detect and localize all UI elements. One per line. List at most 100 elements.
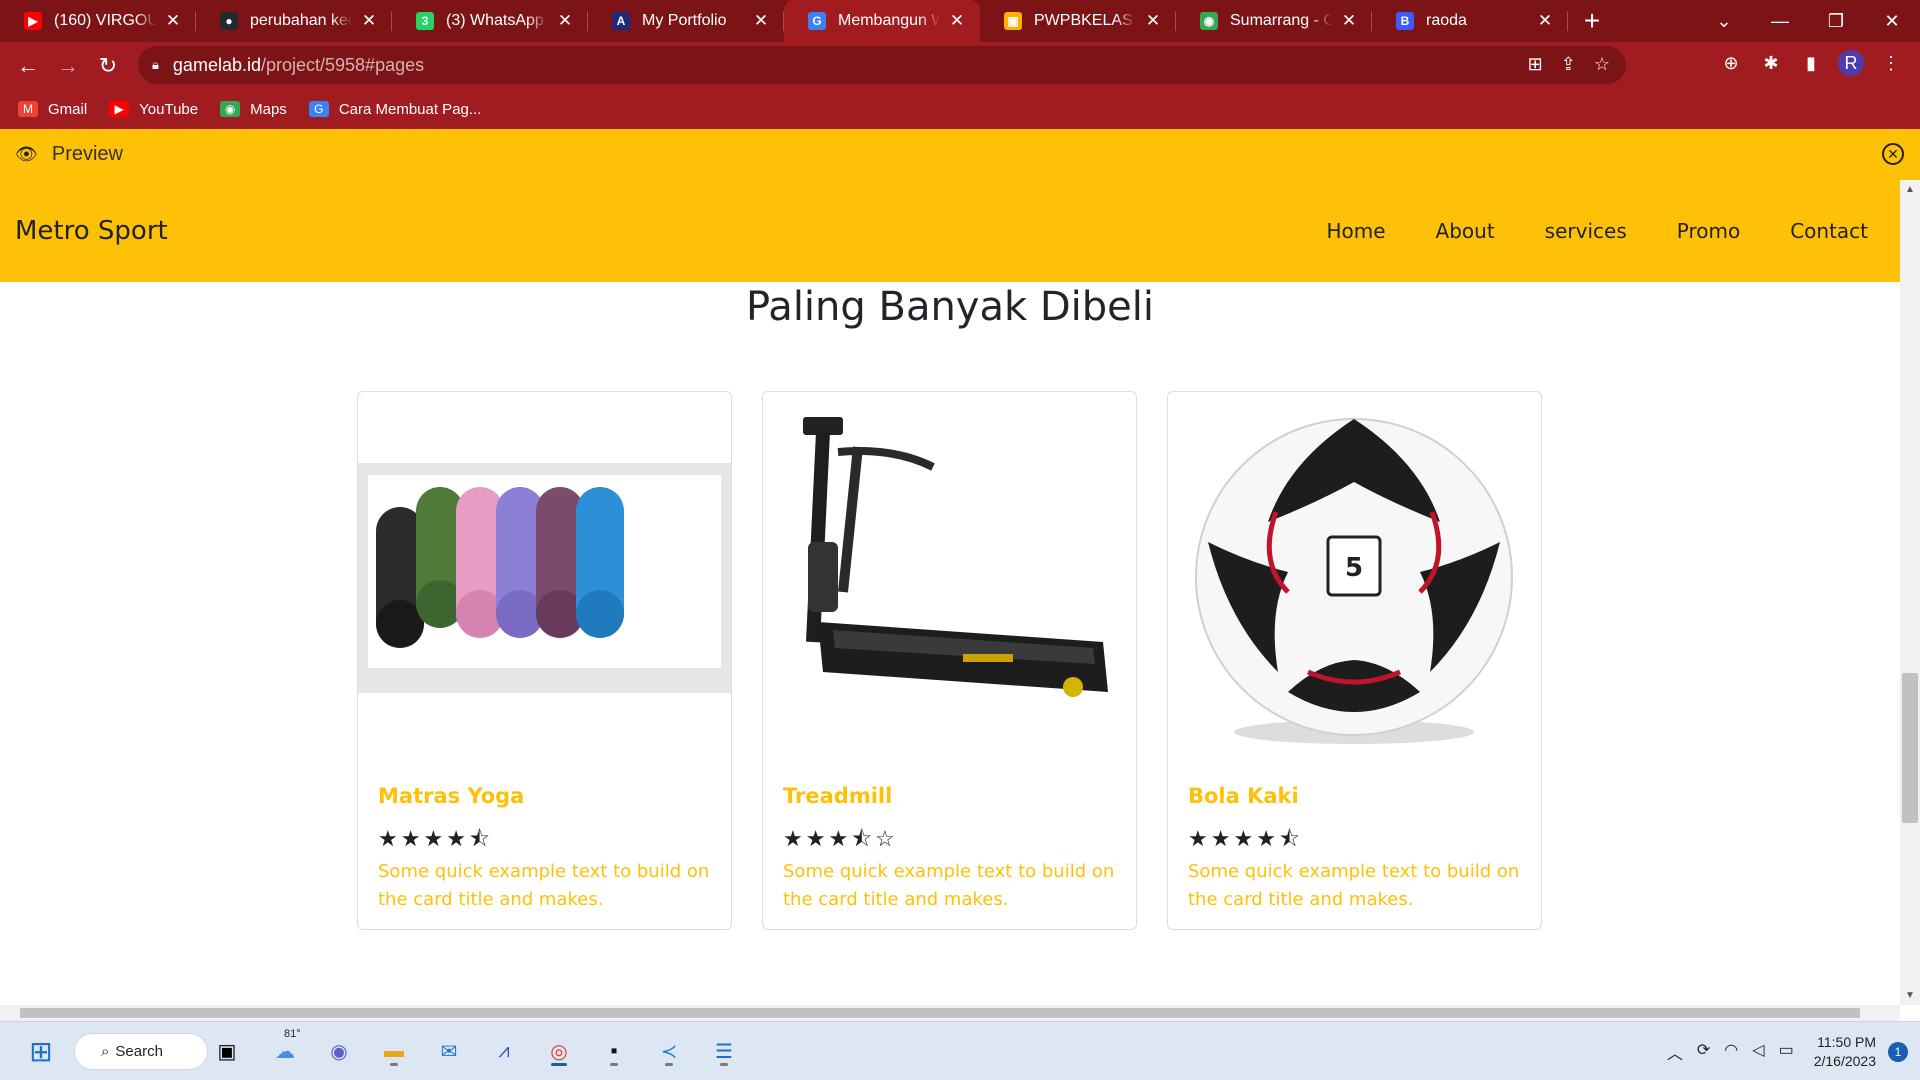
- star-full-icon: ★: [1233, 826, 1254, 851]
- app-icon[interactable]: ⩘: [487, 1034, 521, 1068]
- card-text: Some quick example text to build on the …: [378, 861, 710, 910]
- scroll-down-arrow-icon[interactable]: ▼: [1900, 990, 1920, 1001]
- card-title[interactable]: Bola Kaki: [1188, 784, 1299, 808]
- star-full-icon: ★: [1256, 826, 1276, 851]
- clock-date: 2/16/2023: [1813, 1052, 1876, 1069]
- bookmark-item[interactable]: M Gmail: [18, 101, 87, 118]
- rating-stars: ★ ★ ★ ⯪ ☆: [783, 828, 895, 850]
- card-title[interactable]: Matras Yoga: [378, 784, 524, 808]
- preview-bar: 👁︎ Preview ✕: [0, 129, 1920, 180]
- windows-taskbar: ⊞ ⌕ Search ▣ ☁ 81° ◉ ▬ ✉ ⩘ ◎ ▪ ≺ ☰ ︿ ⟳ ◠…: [0, 1021, 1920, 1080]
- translate-icon[interactable]: ⊞: [1528, 54, 1543, 75]
- file-explorer-icon[interactable]: ▬: [377, 1034, 411, 1068]
- vscode-icon[interactable]: ≺: [652, 1034, 686, 1068]
- scrollbar-thumb[interactable]: [1902, 673, 1918, 823]
- nav-link-home[interactable]: Home: [1326, 219, 1385, 243]
- classroom-icon: ▣: [1004, 12, 1022, 30]
- star-full-icon: ★: [828, 826, 849, 851]
- taskbar-search[interactable]: ⌕ Search: [74, 1033, 208, 1070]
- bookmark-item[interactable]: G Cara Membuat Pag...: [308, 101, 481, 118]
- browser-tab[interactable]: ◉ Sumarrang - Goo ✕: [1176, 0, 1372, 42]
- tab-close-icon[interactable]: ✕: [360, 11, 378, 31]
- product-card: Matras Yoga ★ ★ ★ ★ ⯪ Some quick example tex…: [357, 391, 732, 930]
- browser-tab[interactable]: ▶ (160) VIRGOUN - ✕: [0, 0, 196, 42]
- bookmarks-bar: M Gmail ▶ YouTube ◉ Maps G Cara Membuat Pag...: [0, 89, 1920, 129]
- battery-icon[interactable]: ▭: [1779, 1040, 1794, 1064]
- chrome-icon[interactable]: ◎: [542, 1034, 576, 1068]
- star-half-icon: ⯪: [1278, 826, 1300, 851]
- star-full-icon: ★: [805, 826, 826, 851]
- browser-tab-strip: ▶ (160) VIRGOUN - ✕ ● perubahan kedua ✕ 3 (3) W…: [0, 0, 1920, 42]
- bookmark-item[interactable]: ◉ Maps: [220, 101, 287, 118]
- tab-title: perubahan kedua: [250, 12, 352, 29]
- taskbar-clock[interactable]: 11:50 PM 2/16/2023: [1814, 1033, 1876, 1071]
- mail-icon[interactable]: ✉: [432, 1034, 466, 1068]
- back-button[interactable]: ←: [8, 46, 48, 86]
- profile-avatar[interactable]: R: [1838, 50, 1864, 76]
- wifi-icon[interactable]: ◠: [1724, 1040, 1738, 1064]
- teams-chat-icon[interactable]: ◉: [322, 1034, 356, 1068]
- bookmark-label: Gmail: [48, 100, 88, 118]
- notepad-icon[interactable]: ☰: [707, 1034, 741, 1068]
- minimize-button[interactable]: —: [1752, 0, 1808, 42]
- nav-link-about[interactable]: About: [1436, 219, 1495, 243]
- github-icon: ●: [220, 12, 238, 30]
- section-title: Paling Banyak Dibeli: [745, 284, 1155, 330]
- new-tab-button[interactable]: +: [1568, 0, 1616, 42]
- star-half-icon: ⯪: [468, 826, 490, 851]
- horizontal-scrollbar[interactable]: [0, 1005, 1900, 1021]
- tab-title: (3) WhatsApp: [446, 12, 544, 29]
- youtube-icon: ▶: [24, 12, 42, 30]
- forward-button[interactable]: →: [48, 46, 88, 86]
- tab-close-icon[interactable]: ✕: [556, 11, 574, 31]
- tab-close-icon[interactable]: ✕: [1536, 11, 1554, 31]
- url-bar[interactable]: 🔒︎ gamelab.id/project/5958#pages ⊞ ⇪ ☆: [138, 46, 1626, 84]
- maps-icon: ◉: [1200, 12, 1218, 30]
- tab-close-icon[interactable]: ✕: [1144, 11, 1162, 31]
- windows-start-icon[interactable]: ⊞: [24, 1034, 58, 1068]
- side-panel-icon[interactable]: ▮: [1798, 50, 1824, 76]
- browser-tab[interactable]: ● perubahan kedua ✕: [196, 0, 392, 42]
- tab-close-icon[interactable]: ✕: [164, 11, 182, 31]
- volume-icon[interactable]: ◁: [1752, 1040, 1764, 1064]
- sync-icon[interactable]: ⟳: [1697, 1040, 1710, 1064]
- gmail-icon: M: [18, 101, 38, 117]
- nav-link-promo[interactable]: Promo: [1677, 219, 1740, 243]
- horizontal-scrollbar-thumb[interactable]: [20, 1008, 1860, 1018]
- tab-close-icon[interactable]: ✕: [752, 11, 770, 31]
- reload-button[interactable]: ↻: [88, 46, 128, 86]
- browser-tab[interactable]: G Membangun Wel ✕: [784, 0, 980, 42]
- scroll-up-arrow-icon[interactable]: ▲: [1900, 184, 1920, 195]
- bookmark-item[interactable]: ▶ YouTube: [109, 101, 198, 118]
- task-view-icon[interactable]: ▣: [210, 1034, 244, 1068]
- product-card: 5 Bola Kaki ★ ★ ★ ★ ⯪ Some quick example tex…: [1167, 391, 1542, 930]
- tab-search-icon[interactable]: ⌄: [1696, 0, 1752, 42]
- add-extension-icon[interactable]: ⊕: [1718, 50, 1744, 76]
- browser-tab[interactable]: 3 (3) WhatsApp ✕: [392, 0, 588, 42]
- restore-button[interactable]: ❐: [1808, 0, 1864, 42]
- card-title[interactable]: Treadmill: [783, 784, 892, 808]
- nav-link-contact[interactable]: Contact: [1790, 219, 1868, 243]
- chevron-up-icon[interactable]: ︿: [1667, 1040, 1683, 1064]
- site-brand[interactable]: Metro Sport: [15, 216, 168, 246]
- star-full-icon: ★: [783, 826, 803, 851]
- tab-close-icon[interactable]: ✕: [1340, 11, 1358, 31]
- close-window-button[interactable]: ✕: [1864, 0, 1920, 42]
- browser-tab[interactable]: ▣ PWPBKELAS XII R ✕: [980, 0, 1176, 42]
- bookmark-star-icon[interactable]: ☆: [1594, 54, 1610, 75]
- browser-tab[interactable]: Braoda ✕: [1372, 0, 1568, 42]
- extensions-puzzle-icon[interactable]: ✱: [1758, 50, 1784, 76]
- nav-link-services[interactable]: services: [1545, 219, 1627, 243]
- tab-close-icon[interactable]: ✕: [948, 11, 966, 31]
- star-full-icon: ★: [423, 826, 444, 851]
- close-preview-button[interactable]: ✕: [1882, 143, 1904, 165]
- chrome-menu-icon[interactable]: ⋮: [1878, 50, 1904, 76]
- vertical-scrollbar[interactable]: ▲ ▼: [1900, 180, 1920, 1005]
- browser-tab[interactable]: A My Portfolio ✕: [588, 0, 784, 42]
- share-icon[interactable]: ⇪: [1561, 54, 1576, 75]
- notification-badge[interactable]: 1: [1888, 1041, 1908, 1062]
- site-nav-links: Home About services Promo Contact: [1326, 180, 1868, 282]
- treadmill-image: [763, 392, 1136, 762]
- terminal-icon[interactable]: ▪: [597, 1034, 631, 1068]
- yoga-mats-image: [358, 392, 731, 762]
